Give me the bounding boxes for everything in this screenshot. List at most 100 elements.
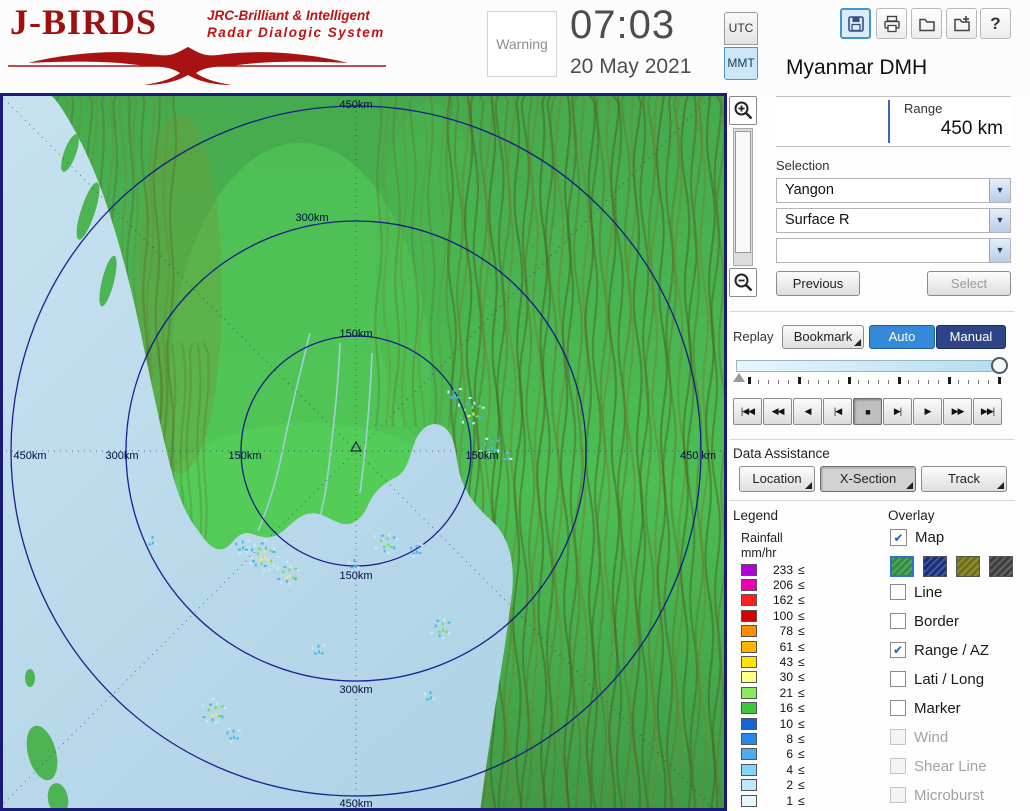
map-style-swatches xyxy=(890,556,1022,577)
checkbox[interactable] xyxy=(890,613,906,629)
checkbox[interactable] xyxy=(890,584,906,600)
open-folder-button[interactable] xyxy=(911,8,942,39)
legend-row: 21≤ xyxy=(741,685,851,700)
range-ring-label: 150km xyxy=(339,570,372,582)
legend-operator: ≤ xyxy=(798,593,805,607)
jbirds-app: J-BIRDS JRC-Brilliant & Intelligent Rada… xyxy=(0,0,1030,811)
overlay-item-line[interactable]: Line xyxy=(890,584,989,600)
zoom-scrollbar-thumb[interactable] xyxy=(735,131,751,253)
legend-value: 21 xyxy=(763,686,793,700)
range-ring-label: 300km xyxy=(295,212,328,224)
map-style-swatch-olive[interactable] xyxy=(956,556,980,577)
legend-value: 78 xyxy=(763,624,793,638)
legend-row: 8≤ xyxy=(741,731,851,746)
legend-unit-line1: Rainfall xyxy=(741,531,783,545)
chevron-down-icon[interactable]: ▼ xyxy=(989,209,1010,232)
legend-row: 6≤ xyxy=(741,747,851,762)
checkbox[interactable] xyxy=(890,700,906,716)
timezone-mmt-button[interactable]: MMT xyxy=(724,47,758,80)
legend-operator: ≤ xyxy=(798,717,805,731)
radar-map[interactable]: 450km300km150km450km300km150km150km450 k… xyxy=(0,93,727,811)
site-dropdown[interactable]: Yangon ▼ xyxy=(776,178,1011,203)
playback-button-0[interactable]: |◀◀ xyxy=(733,398,762,425)
playback-button-3[interactable]: |◀ xyxy=(823,398,852,425)
help-button[interactable]: ? xyxy=(980,8,1011,39)
map-style-swatch-green[interactable] xyxy=(890,556,914,577)
bookmark-button[interactable]: Bookmark xyxy=(782,325,864,349)
clock-time: 07:03 xyxy=(570,3,675,48)
playback-button-2[interactable]: ◀ xyxy=(793,398,822,425)
xsection-button[interactable]: X-Section xyxy=(820,466,916,492)
overlay-item-label: Lati / Long xyxy=(914,671,984,688)
replay-slider-track[interactable] xyxy=(736,360,1004,372)
overlay-item-wind[interactable]: Wind xyxy=(890,729,989,745)
map-style-swatch-gray[interactable] xyxy=(989,556,1013,577)
playback-button-6[interactable]: ▶ xyxy=(913,398,942,425)
legend-operator: ≤ xyxy=(798,655,805,669)
auto-button[interactable]: Auto xyxy=(869,325,935,349)
overlay-item-marker[interactable]: Marker xyxy=(890,700,989,716)
product-dropdown[interactable]: Surface R ▼ xyxy=(776,208,1011,233)
playback-button-1[interactable]: ◀◀ xyxy=(763,398,792,425)
print-button[interactable] xyxy=(876,8,907,39)
zoom-scrollbar-track[interactable] xyxy=(733,128,753,266)
overlay-item-map[interactable]: ✔ Map xyxy=(890,529,944,546)
overlay-item-label: Wind xyxy=(914,729,948,746)
checkbox-map[interactable]: ✔ xyxy=(890,529,907,546)
overlay-item-label: Map xyxy=(915,529,944,546)
legend-color-swatch xyxy=(741,625,757,637)
playback-button-5[interactable]: ▶| xyxy=(883,398,912,425)
checkbox[interactable] xyxy=(890,787,906,803)
separator xyxy=(729,500,1015,501)
legend-row: 100≤ xyxy=(741,608,851,623)
overlay-item-microburst[interactable]: Microburst xyxy=(890,787,989,803)
legend-color-swatch xyxy=(741,671,757,683)
replay-slider-handle[interactable] xyxy=(991,357,1008,374)
selection-label: Selection xyxy=(776,158,829,173)
legend-row: 61≤ xyxy=(741,639,851,654)
overlay-item-range-az[interactable]: ✔ Range / AZ xyxy=(890,642,989,658)
extra-dropdown[interactable]: ▼ xyxy=(776,238,1011,263)
map-style-swatch-navy[interactable] xyxy=(923,556,947,577)
legend-color-swatch xyxy=(741,594,757,606)
playback-button-4[interactable]: ■ xyxy=(853,398,882,425)
overlay-title: Overlay xyxy=(888,508,935,523)
playback-button-8[interactable]: ▶▶| xyxy=(973,398,1002,425)
overlay-item-label: Range / AZ xyxy=(914,642,989,659)
overlay-item-lati-long[interactable]: Lati / Long xyxy=(890,671,989,687)
zoom-out-icon xyxy=(733,272,754,293)
track-button[interactable]: Track xyxy=(921,466,1007,492)
legend-value: 30 xyxy=(763,670,793,684)
checkbox[interactable]: ✔ xyxy=(890,642,906,658)
legend-row: 2≤ xyxy=(741,777,851,792)
chevron-down-icon[interactable]: ▼ xyxy=(989,239,1010,262)
app-logo-subtitle-2: Radar Dialogic System xyxy=(207,25,385,40)
overlay-item-shear-line[interactable]: Shear Line xyxy=(890,758,989,774)
legend-row: 4≤ xyxy=(741,762,851,777)
range-ring-label: 150km xyxy=(228,450,261,462)
range-ring-label: 150km xyxy=(339,328,372,340)
legend-row: 233≤ xyxy=(741,562,851,577)
checkbox[interactable] xyxy=(890,671,906,687)
legend-value: 8 xyxy=(763,732,793,746)
overlay-items: Line Border ✔ Range / AZ Lati / Long Marker Wi… xyxy=(890,584,989,811)
zoom-in-button[interactable] xyxy=(729,96,757,125)
legend-row: 16≤ xyxy=(741,701,851,716)
previous-button[interactable]: Previous xyxy=(776,271,860,296)
range-value: 450 km xyxy=(941,118,1003,140)
legend-color-swatch xyxy=(741,610,757,622)
checkbox[interactable] xyxy=(890,729,906,745)
location-button[interactable]: Location xyxy=(739,466,815,492)
chevron-down-icon[interactable]: ▼ xyxy=(989,179,1010,202)
checkbox[interactable] xyxy=(890,758,906,774)
zoom-out-button[interactable] xyxy=(729,268,757,297)
timezone-utc-button[interactable]: UTC xyxy=(724,12,758,45)
save-button[interactable] xyxy=(840,8,871,39)
legend-operator: ≤ xyxy=(798,763,805,777)
select-button[interactable]: Select xyxy=(927,271,1011,296)
playback-button-7[interactable]: ▶▶ xyxy=(943,398,972,425)
export-button[interactable] xyxy=(946,8,977,39)
legend-value: 4 xyxy=(763,763,793,777)
overlay-item-border[interactable]: Border xyxy=(890,613,989,629)
manual-button[interactable]: Manual xyxy=(936,325,1006,349)
